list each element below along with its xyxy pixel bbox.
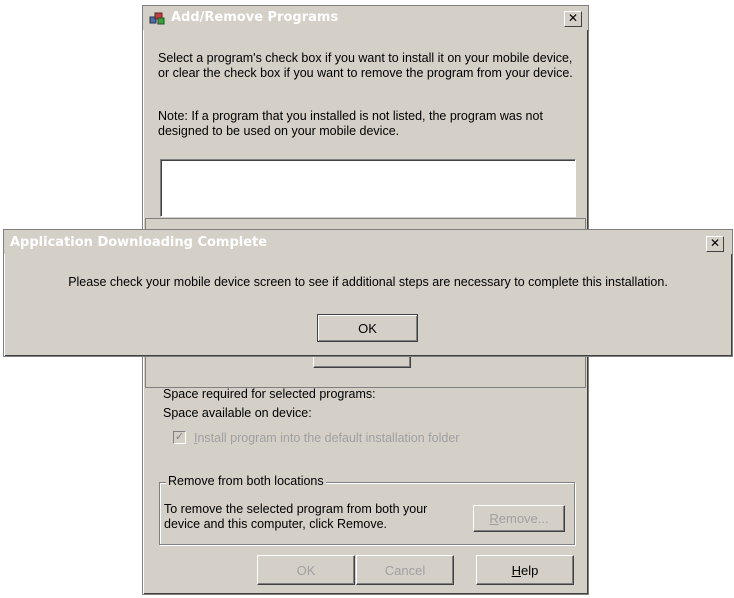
- add-remove-title: Add/Remove Programs: [171, 10, 339, 25]
- dialog-titlebar[interactable]: Application Downloading Complete ✕: [4, 230, 732, 254]
- remove-accelerator: R: [489, 511, 499, 526]
- programs-icon: [149, 11, 165, 25]
- download-complete-dialog: Application Downloading Complete ✕ Pleas…: [3, 229, 733, 357]
- program-list[interactable]: [160, 159, 576, 217]
- ok-button[interactable]: OK: [257, 555, 355, 585]
- space-required-label: Space required for selected programs:: [163, 387, 376, 401]
- intro-text: Select a program's check box if you want…: [158, 51, 573, 80]
- close-icon[interactable]: ✕: [706, 236, 724, 252]
- close-icon[interactable]: ✕: [564, 11, 582, 27]
- install-default-label-rest: nstall program into the default installa…: [197, 431, 460, 445]
- install-default-checkbox[interactable]: ✓: [173, 431, 186, 444]
- cancel-button[interactable]: Cancel: [356, 555, 454, 585]
- remove-text: To remove the selected program from both…: [164, 502, 428, 531]
- dialog-ok-button[interactable]: OK: [317, 314, 418, 342]
- install-default-label[interactable]: Install program into the default install…: [194, 431, 459, 446]
- help-accelerator: H: [511, 563, 522, 578]
- help-label-rest: elp: [521, 563, 539, 578]
- dialog-message: Please check your mobile device screen t…: [68, 275, 668, 289]
- help-button[interactable]: Help: [476, 555, 574, 585]
- remove-group-label: Remove from both locations: [166, 474, 326, 488]
- note-text: Note: If a program that you installed is…: [158, 109, 543, 138]
- remove-button[interactable]: Remove...: [473, 505, 565, 532]
- remove-group: Remove from both locations To remove the…: [159, 474, 575, 545]
- remove-label-rest: emove...: [498, 511, 549, 526]
- space-available-label: Space available on device:: [163, 406, 312, 420]
- add-remove-titlebar[interactable]: Add/Remove Programs ✕: [143, 6, 588, 30]
- dialog-title: Application Downloading Complete: [10, 235, 268, 250]
